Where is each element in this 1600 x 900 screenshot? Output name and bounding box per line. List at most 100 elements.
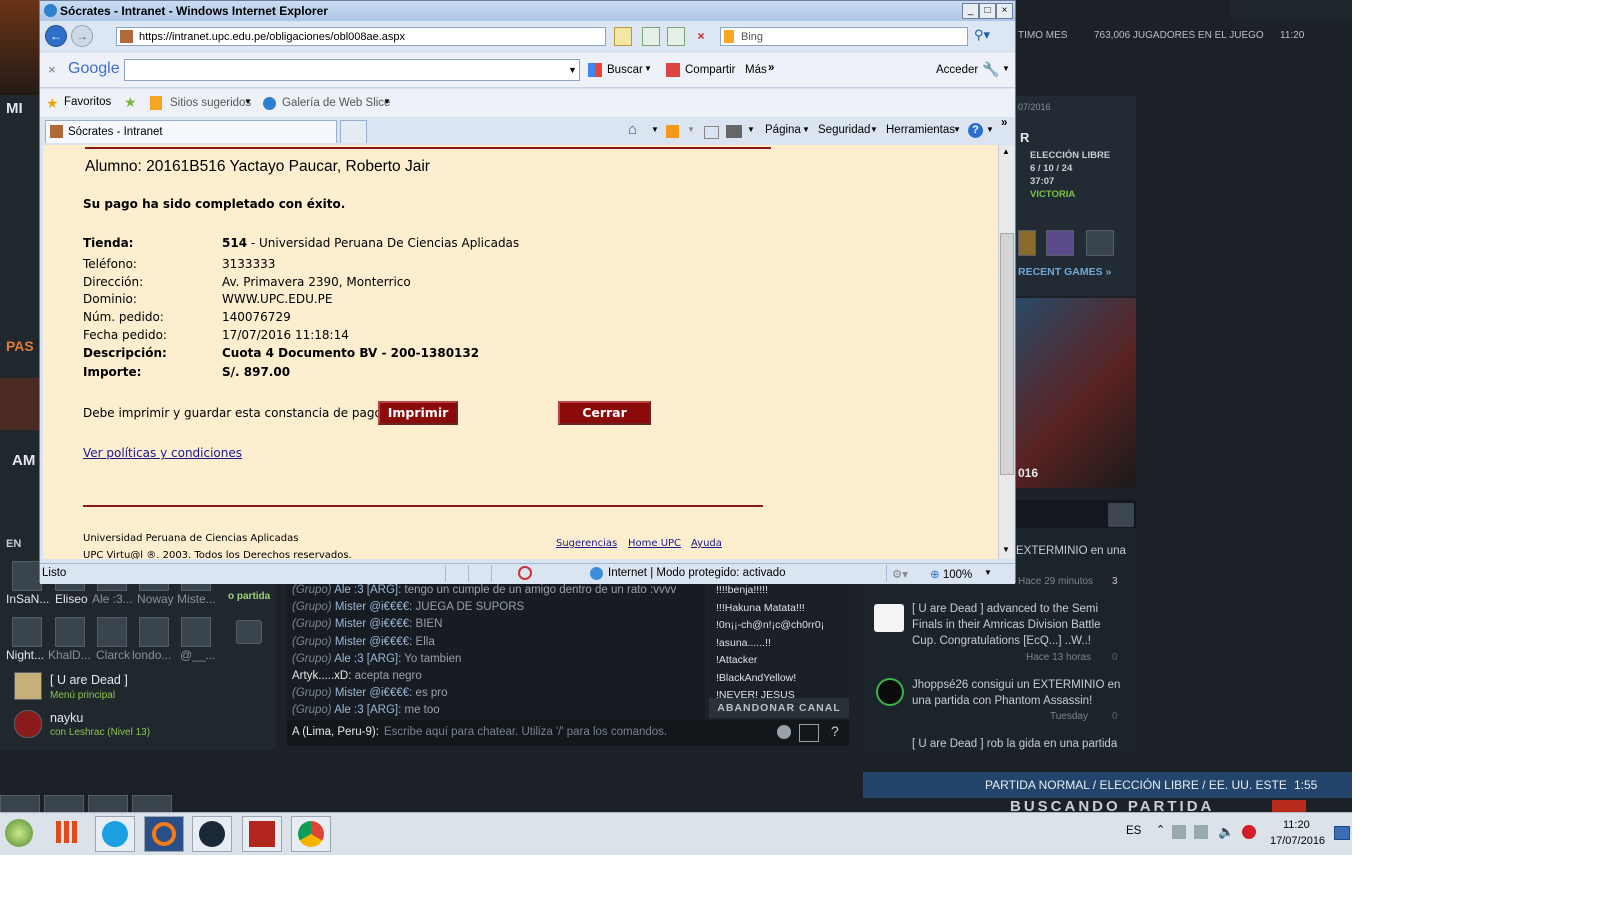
close-toolbar-icon[interactable]: × [48, 62, 56, 77]
dota-icon[interactable] [242, 816, 282, 852]
favorites-button[interactable]: Favoritos [64, 96, 111, 108]
feeds-icon[interactable] [666, 125, 679, 138]
apps-icon[interactable] [56, 821, 78, 843]
mail-icon[interactable] [704, 126, 719, 139]
channel-user[interactable]: !!!!benja!!!!! [716, 584, 768, 596]
zoom-level[interactable]: ⊕ 100% [930, 567, 972, 581]
add-favorite-icon[interactable]: ★ [124, 94, 137, 111]
channel-user[interactable]: !asuna......!! [716, 637, 771, 649]
emoji-icon[interactable] [777, 725, 791, 739]
print-icon[interactable] [726, 125, 742, 138]
sign-in-button[interactable]: Acceder [936, 64, 978, 76]
search-field[interactable]: Bing [720, 27, 968, 46]
settings-icon[interactable] [1108, 503, 1134, 527]
clock-date[interactable]: 17/07/2016 [1270, 835, 1325, 847]
channel-user[interactable]: !!!Hakuna Matata!!! [716, 602, 805, 614]
friend-name[interactable]: Night... [6, 648, 44, 662]
show-hidden-icons[interactable]: ⌃ [1156, 823, 1165, 836]
url-field[interactable]: https://intranet.upc.edu.pe/obligaciones… [116, 27, 606, 46]
channel-user[interactable]: !Attacker [716, 654, 757, 666]
friend-name[interactable]: Eliseo [55, 592, 88, 606]
friend-name[interactable]: KhalD... [48, 648, 91, 662]
refresh-icon[interactable] [667, 27, 685, 46]
popout-icon[interactable] [799, 724, 819, 742]
chrome-icon[interactable] [291, 816, 331, 852]
compat-view-icon[interactable] [642, 27, 660, 46]
language-indicator[interactable]: ES [1126, 825, 1141, 837]
friend-name[interactable]: @__... [180, 648, 216, 662]
close-page-button[interactable]: Cerrar [558, 401, 651, 425]
safety-menu[interactable]: Seguridad [818, 124, 870, 136]
event-banner-image[interactable]: 016 [1016, 298, 1136, 488]
friend-name[interactable]: Clarck [96, 648, 130, 662]
feed-item[interactable]: [ U are Dead ] rob la gida en una partid… [912, 736, 1122, 750]
help-icon[interactable]: ? [968, 123, 983, 138]
friend-name[interactable]: Noway [137, 592, 174, 606]
network-icon[interactable] [1194, 825, 1208, 839]
lock-icon[interactable] [614, 27, 632, 46]
friend-name[interactable]: InSaN... [6, 592, 49, 606]
antivirus-icon[interactable] [1242, 825, 1256, 839]
web-slice-link[interactable]: Galería de Web Slice [282, 97, 390, 109]
dropdown-icon[interactable]: ▼ [568, 60, 580, 80]
tab-socrates[interactable]: Sócrates - Intranet [45, 120, 337, 143]
friend-u-are-dead[interactable]: [ U are Dead ] [50, 673, 128, 687]
help-icon[interactable]: ? [831, 723, 839, 739]
search-icon[interactable]: ⚲▾ [974, 27, 1000, 46]
friend-name[interactable]: londo... [132, 648, 171, 662]
close-button[interactable]: × [996, 3, 1013, 19]
action-center-icon[interactable] [1172, 825, 1186, 839]
print-button[interactable]: Imprimir [378, 401, 458, 425]
chevron-icon[interactable]: » [1001, 117, 1007, 129]
popup-blocked-icon[interactable] [518, 566, 532, 580]
channel-user[interactable]: !0n¡¡-ch@n!¡c@ch0rr0¡ [716, 619, 824, 631]
suggested-sites-link[interactable]: Sitios sugeridos [170, 97, 251, 109]
tools-menu[interactable]: Herramientas [886, 124, 955, 136]
feed-item[interactable]: [ U are Dead ] advanced to the Semi Fina… [912, 601, 1117, 649]
matchmaking-queue[interactable]: PARTIDA NORMAL / ELECCIÓN LIBRE / EE. UU… [863, 772, 1352, 798]
clock-time[interactable]: 11:20 [1283, 819, 1310, 831]
forward-icon[interactable]: → [71, 25, 93, 47]
start-button[interactable] [5, 819, 33, 847]
skype-icon[interactable] [95, 816, 135, 852]
feed-item[interactable]: Jhoppsé26 consigui un EXTERMINIO en una … [912, 677, 1122, 709]
recent-games-link[interactable]: RECENT GAMES » [1018, 266, 1111, 278]
wrench-icon[interactable]: 🔧 [982, 61, 999, 78]
friend-nayku[interactable]: nayku [50, 711, 83, 725]
stop-icon[interactable]: × [692, 27, 710, 46]
policies-link[interactable]: Ver políticas y condiciones [83, 446, 242, 460]
minimize-button[interactable]: _ [962, 3, 979, 19]
google-search-button[interactable]: Buscar [607, 64, 643, 76]
show-desktop-button[interactable] [1334, 826, 1350, 840]
origin-icon[interactable] [144, 816, 184, 852]
share-button[interactable]: Compartir [685, 64, 735, 76]
volume-icon[interactable]: 🔈 [1218, 824, 1234, 840]
chat-input[interactable]: A (Lima, Peru-9): Escribe aquí para chat… [287, 720, 849, 746]
cancel-search-icon[interactable] [1272, 800, 1306, 812]
scroll-down-icon[interactable]: ▼ [1000, 545, 1012, 557]
scroll-thumb[interactable] [1000, 233, 1014, 475]
home-icon[interactable]: ⌂ [628, 121, 637, 138]
help-link[interactable]: Ayuda [691, 538, 722, 549]
scroll-up-icon[interactable]: ▲ [1000, 147, 1012, 159]
home-upc-link[interactable]: Home UPC [628, 538, 681, 549]
suggestions-link[interactable]: Sugerencias [556, 538, 617, 549]
protected-mode-icon[interactable]: ⚙▾ [892, 567, 908, 581]
ie-window: Sócrates - Intranet - Windows Internet E… [39, 0, 1016, 584]
leave-channel-button[interactable]: ABANDONAR CANAL [709, 698, 849, 718]
feed-item[interactable]: EXTERMINIO en una [1016, 543, 1271, 559]
friend-name[interactable]: Miste... [177, 592, 216, 606]
last-match-panel[interactable]: 07/2016 R ELECCIÓN LIBRE 6 / 10 / 24 37:… [1016, 96, 1136, 296]
steam-icon[interactable] [192, 816, 232, 852]
new-tab-button[interactable] [340, 120, 367, 143]
eye-icon[interactable] [236, 620, 262, 644]
url-text: https://intranet.upc.edu.pe/obligaciones… [139, 31, 406, 43]
more-button[interactable]: Más [745, 64, 767, 76]
maximize-button[interactable]: □ [979, 3, 996, 19]
google-search-input[interactable] [124, 59, 580, 81]
page-menu[interactable]: Página [765, 124, 801, 136]
channel-user[interactable]: !BlackAndYellow! [716, 672, 796, 684]
back-icon[interactable]: ← [45, 25, 67, 47]
vertical-scrollbar[interactable]: ▲ ▼ [998, 145, 1014, 559]
friend-name[interactable]: Ale :3... [92, 592, 133, 606]
